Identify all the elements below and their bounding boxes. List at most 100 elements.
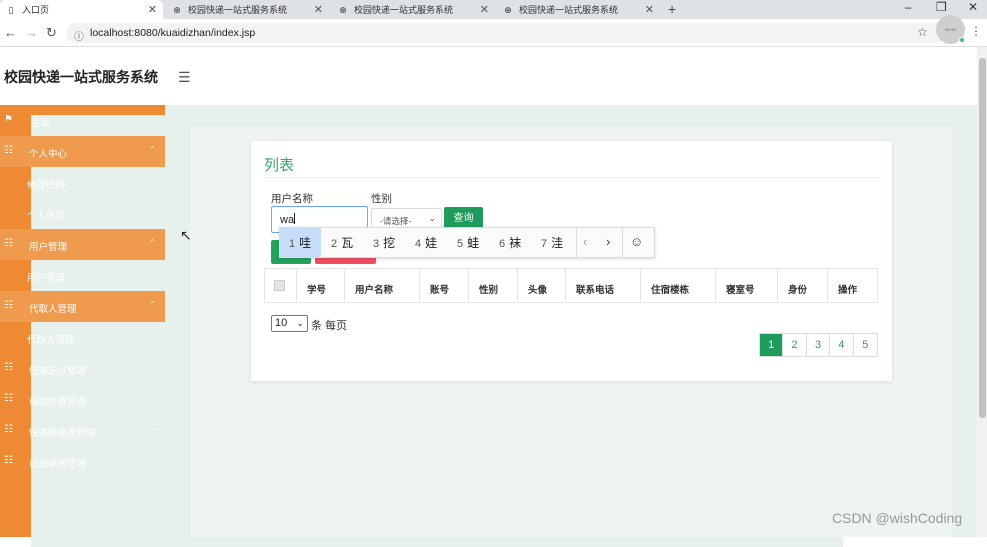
page-button[interactable]: 4 xyxy=(830,334,854,356)
sidebar-item-home[interactable]: ⚑ 主页 xyxy=(0,105,843,547)
table-header: 住宿楼栋 xyxy=(641,269,716,302)
grid-icon: ☷ xyxy=(4,300,13,311)
tab-label: 入口页 xyxy=(22,5,50,15)
ime-separator xyxy=(576,228,577,257)
tab-close-icon[interactable]: ✕ xyxy=(314,3,323,16)
tab-close-icon[interactable]: ✕ xyxy=(645,3,654,16)
pagination: 1 2 3 4 5 xyxy=(759,333,878,357)
sidebar-item-pickup-table-management[interactable]: ☷ 待取件表管理 ⌄ xyxy=(0,384,165,415)
sidebar-item-courier-management[interactable]: ☷ 代取人管理 ⌃ xyxy=(0,291,165,322)
divider xyxy=(264,177,880,178)
globe-icon: ⊕ xyxy=(173,4,181,15)
table-header: 身份 xyxy=(778,269,828,302)
select-all-checkbox[interactable] xyxy=(274,280,285,291)
sidebar-item-label: 个人中心 xyxy=(29,149,68,160)
table-header: 账号 xyxy=(420,269,469,302)
sidebar-item-label: 代取人管理 xyxy=(29,304,77,315)
browser-tab[interactable]: ⊕ 校园快递一站式服务系统 ✕ xyxy=(497,0,660,19)
url-text[interactable]: localhost:8080/kuaidizhan/index.jsp xyxy=(90,27,255,39)
page-button[interactable]: 2 xyxy=(783,334,807,356)
sidebar-item-label: 快递站点管理 xyxy=(29,366,87,377)
browser-tab-active[interactable]: ▯ 入口页 ✕ xyxy=(0,0,163,19)
sidebar-item-user-management-sub[interactable]: 用户管理 xyxy=(0,260,165,291)
online-status-dot xyxy=(959,37,965,43)
info-icon[interactable]: ⓘ xyxy=(74,28,84,43)
chevron-up-icon: ⌃ xyxy=(149,238,156,247)
sidebar-item-order-table-management[interactable]: ☷ 快递接单表管理 ⌄ xyxy=(0,415,165,446)
window-close-icon[interactable]: ✕ xyxy=(968,0,978,14)
forward-icon[interactable]: → xyxy=(25,25,38,40)
page-size-label: 条 每页 xyxy=(311,320,348,332)
page-button[interactable]: 3 xyxy=(807,334,831,356)
ime-candidate[interactable]: 7洼 xyxy=(541,234,563,251)
browser-tab[interactable]: ⊕ 校园快递一站式服务系统 ✕ xyxy=(332,0,495,19)
emoji-icon[interactable]: ☺ xyxy=(630,234,643,249)
scrollbar-thumb[interactable] xyxy=(979,58,986,418)
ime-candidate[interactable]: 4娃 xyxy=(415,234,437,251)
watermark: CSDN @wishCoding xyxy=(832,510,963,526)
sidebar-item-personal-center[interactable]: ☷ 个人中心 ⌃ xyxy=(0,136,165,167)
chevron-down-icon: ⌄ xyxy=(296,318,304,328)
browser-tab[interactable]: ⊕ 校园快递一站式服务系统 ✕ xyxy=(166,0,329,19)
tab-label: 校园快递一站式服务系统 xyxy=(188,5,288,15)
table-header: 性别 xyxy=(469,269,518,302)
ime-prev-icon[interactable]: ‹ xyxy=(583,234,587,249)
app-title: 校园快递一站式服务系统 xyxy=(4,69,158,85)
grid-icon: ☷ xyxy=(4,145,13,156)
page-size-select[interactable]: 10 ⌄ xyxy=(271,315,308,332)
sidebar-item-accepted-table-management[interactable]: ☷ 已接单表管理 ⌄ xyxy=(0,446,165,477)
tab-close-icon[interactable]: ✕ xyxy=(480,3,489,16)
ime-candidate[interactable]: 5蛙 xyxy=(457,234,479,251)
reload-icon[interactable]: ↻ xyxy=(46,25,57,41)
menu-kebab-icon[interactable]: ⋮ xyxy=(970,24,982,38)
ime-candidate[interactable]: 3挖 xyxy=(373,234,395,251)
page-size-value: 10 xyxy=(275,317,288,329)
page-button-active[interactable]: 1 xyxy=(760,334,784,356)
sidebar-item-label: 用户管理 xyxy=(29,242,68,253)
app-header: 校园快递一站式服务系统 ☰ xyxy=(0,47,977,105)
table-header: 寝室号 xyxy=(716,269,778,302)
ime-candidate[interactable]: 6袜 xyxy=(499,234,521,251)
chevron-down-icon: ⌄ xyxy=(149,362,156,371)
sidebar-item-station-management[interactable]: ☷ 快递站点管理 ⌄ xyxy=(0,353,165,384)
bookmark-star-icon[interactable]: ☆ xyxy=(917,25,928,39)
minimize-icon[interactable]: – xyxy=(905,0,912,14)
restore-icon[interactable]: ❐ xyxy=(936,0,947,14)
ime-candidate[interactable]: 2瓦 xyxy=(331,234,353,251)
hamburger-menu-icon[interactable]: ☰ xyxy=(178,69,191,86)
tab-label: 校园快递一站式服务系统 xyxy=(519,5,619,15)
chevron-up-icon: ⌃ xyxy=(149,145,156,154)
sidebar-item-personal-info[interactable]: 个人信息 xyxy=(0,198,165,229)
new-tab-icon[interactable]: + xyxy=(668,1,676,17)
tab-label: 校园快递一站式服务系统 xyxy=(354,5,454,15)
grid-icon: ☷ xyxy=(4,424,13,435)
sidebar-item-label: 个人信息 xyxy=(27,211,66,222)
address-bar: ← → ↻ ⓘ localhost:8080/kuaidizhan/index.… xyxy=(0,19,987,47)
table-header: 操作 xyxy=(838,285,858,296)
text-caret xyxy=(294,213,296,224)
grid-icon: ☷ xyxy=(4,238,13,249)
sidebar-item-courier-management-sub[interactable]: 代取人管理 xyxy=(0,322,165,353)
tab-close-icon[interactable]: ✕ xyxy=(148,3,157,16)
sidebar-item-change-password[interactable]: 修改密码 xyxy=(0,167,165,198)
data-table: 学号 用户名称 账号 性别 头像 联系电话 住宿楼栋 寝室号 身份 操作 xyxy=(264,268,878,303)
ime-next-icon[interactable]: › xyxy=(606,234,610,249)
page-button[interactable]: 5 xyxy=(854,334,877,356)
sidebar-item-label: 已接单表管理 xyxy=(29,459,87,470)
chevron-down-icon: ⌄ xyxy=(149,393,156,402)
gender-select-value: -请选择- xyxy=(380,216,412,226)
chevron-down-icon: ⌄ xyxy=(428,213,436,223)
sidebar: ⚑ 主页 ☷ 个人中心 ⌃ 修改密码 个人信息 ☷ 用户管理 ⌃ 用户管理 ☷ … xyxy=(0,105,843,547)
globe-icon: ⊕ xyxy=(504,4,512,15)
mouse-cursor-icon: ↖ xyxy=(180,227,192,243)
table-header-checkbox-cell xyxy=(265,269,297,302)
sidebar-item-user-management[interactable]: ☷ 用户管理 ⌃ xyxy=(0,229,165,260)
ime-candidate[interactable]: 1哇 xyxy=(289,234,311,251)
globe-icon: ⊕ xyxy=(339,4,347,15)
back-icon[interactable]: ← xyxy=(4,25,17,40)
sidebar-item-label: 代取人管理 xyxy=(27,335,75,346)
flag-icon: ⚑ xyxy=(4,114,13,125)
grid-icon: ☷ xyxy=(4,393,13,404)
sidebar-item-label: 修改密码 xyxy=(27,180,66,191)
ime-separator xyxy=(622,228,623,257)
